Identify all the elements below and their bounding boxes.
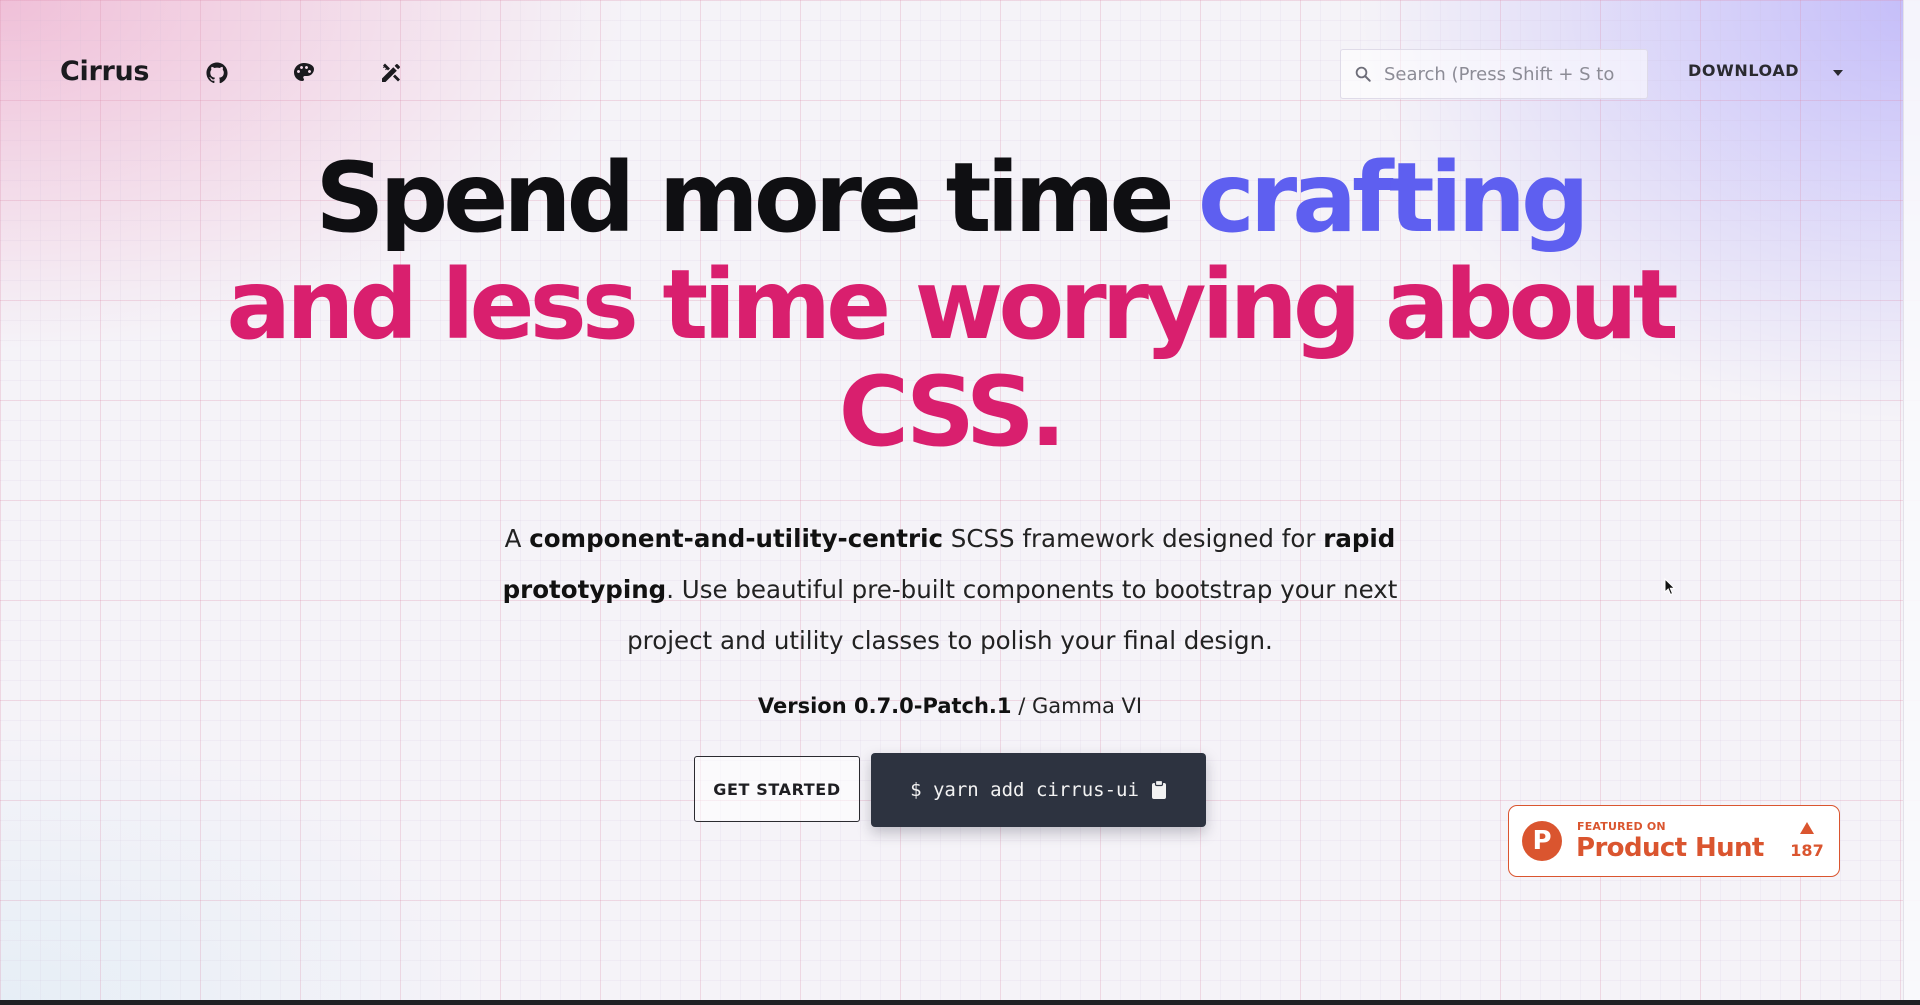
hero-title-highlight: crafting [1198,142,1590,254]
product-hunt-logo-icon: P [1522,821,1562,861]
search-icon [1355,66,1371,82]
lead-text-3: . Use beautiful pre-built components to … [627,575,1398,655]
product-hunt-featured-label: FEATURED ON [1577,820,1666,833]
search-box[interactable] [1340,49,1648,99]
top-nav: Cirrus DOWNLOAD [60,48,1844,102]
hero-title-part2: and less time worrying about CSS. [226,249,1678,468]
page-bottom-edge [0,1000,1920,1005]
lead-bold-1: component-and-utility-centric [529,524,944,553]
palette-icon[interactable] [291,60,317,86]
product-hunt-name: Product Hunt [1576,833,1764,863]
version-info: Version 0.7.0-Patch.1 / Gamma VI [600,694,1300,718]
brand-logo[interactable]: Cirrus [60,56,150,87]
product-hunt-badge[interactable]: P FEATURED ON Product Hunt 187 [1508,805,1840,877]
upvote-arrow-icon [1800,822,1814,834]
lead-text-1: A [504,524,530,553]
hero-title: Spend more time crafting and less time w… [200,145,1700,466]
version-codename: / Gamma VI [1011,694,1143,718]
product-hunt-votes: 187 [1790,841,1824,860]
chevron-down-icon[interactable] [1833,70,1843,76]
search-input[interactable] [1382,62,1636,86]
page-scrollbar[interactable] [1903,0,1920,1005]
clipboard-icon [1151,780,1166,799]
design-tools-icon[interactable] [378,60,404,86]
hero-title-part1: Spend more time [315,142,1198,254]
copy-install-command-button[interactable]: $ yarn add cirrus-ui [871,753,1206,827]
mouse-cursor-icon [1664,578,1676,596]
hero-description: A component-and-utility-centric SCSS fra… [500,513,1400,666]
download-menu[interactable]: DOWNLOAD [1688,61,1799,80]
get-started-button[interactable]: GET STARTED [694,756,860,822]
install-command: $ yarn add cirrus-ui [910,779,1139,801]
version-number: Version 0.7.0-Patch.1 [757,694,1012,718]
github-icon[interactable] [204,60,230,86]
lead-text-2: SCSS framework designed for [943,524,1324,553]
